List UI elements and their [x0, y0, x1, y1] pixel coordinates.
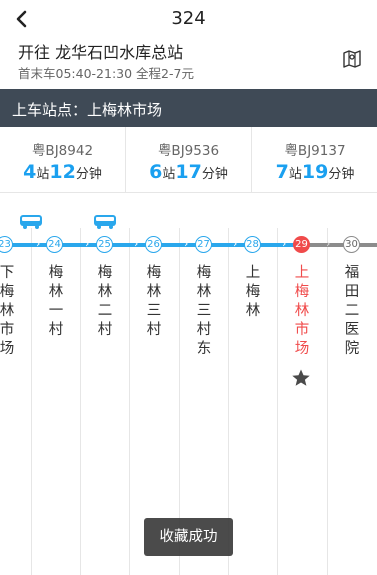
- column-divider: [129, 228, 130, 575]
- route-track-remaining: [304, 243, 377, 247]
- eta-minutes-unit: 分钟: [328, 167, 355, 182]
- eta-stops-unit: 站: [288, 167, 302, 182]
- bus-icon: [94, 215, 116, 229]
- eta-stops-unit: 站: [162, 167, 176, 182]
- stop-name[interactable]: 梅林二村: [95, 264, 115, 340]
- stop-number: 24: [46, 236, 63, 253]
- chevron-right-icon: ›: [326, 237, 331, 250]
- eta-minutes-unit: 分钟: [75, 167, 102, 182]
- stop-number: 25: [96, 236, 113, 253]
- eta-stops: 6: [149, 161, 163, 183]
- route-destination: 开往 龙华石凹水库总站: [18, 43, 184, 62]
- chevron-right-icon: ›: [134, 237, 139, 250]
- column-divider: [327, 228, 328, 575]
- eta-minutes: 19: [301, 161, 329, 183]
- bus-card[interactable]: 粤BJ8942 4站12分钟: [0, 127, 125, 192]
- route-schedule-fare: 首末车05:40-21:30 全程2-7元: [18, 66, 194, 81]
- bus-plate: 粤BJ8942: [31, 143, 94, 159]
- chevron-right-icon: ›: [36, 237, 41, 250]
- bus-eta: 7站19分钟: [252, 161, 377, 183]
- bus-card[interactable]: 粤BJ9536 6站17分钟: [125, 127, 251, 192]
- eta-minutes: 17: [175, 161, 202, 183]
- stop-name[interactable]: 梅林三村: [144, 264, 164, 340]
- bus-eta: 4站12分钟: [0, 161, 125, 183]
- star-icon[interactable]: [291, 368, 311, 388]
- chevron-right-icon: ›: [85, 237, 90, 250]
- stop-name[interactable]: 福田二医院: [342, 264, 362, 359]
- eta-minutes-unit: 分钟: [201, 167, 228, 182]
- stop-number: 30: [343, 236, 360, 253]
- route-number-title: 324: [171, 8, 206, 29]
- incoming-buses: 粤BJ8942 4站12分钟 粤BJ9536 6站17分钟 粤BJ9137 7站…: [0, 127, 377, 193]
- chevron-right-icon: ›: [233, 237, 238, 250]
- column-divider: [31, 228, 32, 575]
- stop-number: 28: [244, 236, 261, 253]
- eta-minutes: 12: [49, 161, 76, 183]
- header: 324 开往 龙华石凹水库总站 首末车05:40-21:30 全程2-7元: [0, 0, 377, 88]
- chevron-right-icon: ›: [282, 237, 287, 250]
- stop-name[interactable]: 梅林一村: [46, 264, 66, 340]
- bus-plate: 粤BJ9536: [157, 143, 220, 159]
- chevron-right-icon: ›: [184, 237, 189, 250]
- stop-name[interactable]: 梅林三村东: [194, 264, 214, 359]
- current-stop-name[interactable]: 上梅林市场: [292, 264, 312, 359]
- map-icon[interactable]: [341, 48, 363, 70]
- current-stop-number: 29: [293, 236, 310, 253]
- column-divider: [277, 228, 278, 575]
- boarding-stop-bar: 上车站点：上梅林市场: [0, 89, 377, 127]
- boarding-stop-label: 上车站点：上梅林市场: [12, 101, 163, 119]
- stop-name[interactable]: 下梅林市场: [0, 264, 17, 359]
- eta-stops-unit: 站: [36, 167, 50, 182]
- stop-number: 23: [0, 236, 13, 253]
- stop-number: 27: [195, 236, 212, 253]
- bus-plate: 粤BJ9137: [284, 143, 346, 159]
- stop-number: 26: [145, 236, 162, 253]
- stop-name[interactable]: 上梅林: [243, 264, 263, 321]
- eta-stops: 7: [275, 161, 289, 183]
- bus-eta: 6站17分钟: [126, 161, 251, 183]
- toast-message: 收藏成功: [144, 518, 233, 556]
- eta-stops: 4: [23, 161, 37, 183]
- bus-icon: [20, 215, 42, 229]
- bus-card[interactable]: 粤BJ9137 7站19分钟: [251, 127, 377, 192]
- column-divider: [80, 228, 81, 575]
